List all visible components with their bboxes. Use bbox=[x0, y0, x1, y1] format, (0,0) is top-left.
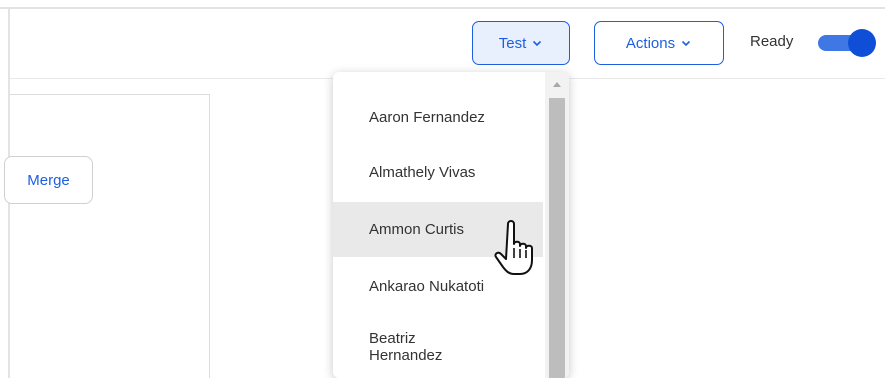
frame-top-border bbox=[0, 7, 885, 9]
merge-button-label: Merge bbox=[27, 171, 70, 189]
dropdown-item-label-line1: Beatriz bbox=[369, 330, 416, 347]
left-panel bbox=[10, 94, 210, 378]
hand-pointer-icon bbox=[494, 220, 533, 275]
test-button[interactable]: Test bbox=[472, 21, 570, 65]
dropdown-item-beatriz-hernandez[interactable]: Beatriz Hernandez bbox=[333, 324, 543, 370]
scrollbar-thumb[interactable] bbox=[549, 98, 565, 378]
dropdown-item-label: Almathely Vivas bbox=[369, 163, 476, 181]
dropdown-item-label: Beatriz Hernandez bbox=[369, 330, 442, 364]
chevron-down-icon bbox=[682, 40, 691, 47]
dropdown-item-almathely-vivas[interactable]: Almathely Vivas bbox=[333, 147, 543, 197]
actions-button-label: Actions bbox=[625, 34, 676, 52]
test-button-label: Test bbox=[498, 34, 527, 52]
dropdown-item-aaron-fernandez[interactable]: Aaron Fernandez bbox=[333, 92, 543, 142]
scroll-up-arrow-icon[interactable] bbox=[553, 82, 561, 87]
dropdown-scrollbar[interactable] bbox=[545, 72, 569, 378]
ready-toggle[interactable] bbox=[818, 29, 876, 57]
merge-button[interactable]: Merge bbox=[4, 156, 93, 204]
dropdown-item-label: Ankarao Nukatoti bbox=[369, 277, 485, 295]
ready-label: Ready bbox=[750, 33, 794, 50]
dropdown-item-label: Aaron Fernandez bbox=[369, 108, 485, 126]
chevron-down-icon bbox=[533, 40, 542, 47]
dropdown-item-label-line2: Hernandez bbox=[369, 347, 443, 364]
actions-button[interactable]: Actions bbox=[594, 21, 724, 65]
dropdown-item-label: Ammon Curtis bbox=[369, 221, 465, 238]
toggle-knob bbox=[848, 29, 876, 57]
